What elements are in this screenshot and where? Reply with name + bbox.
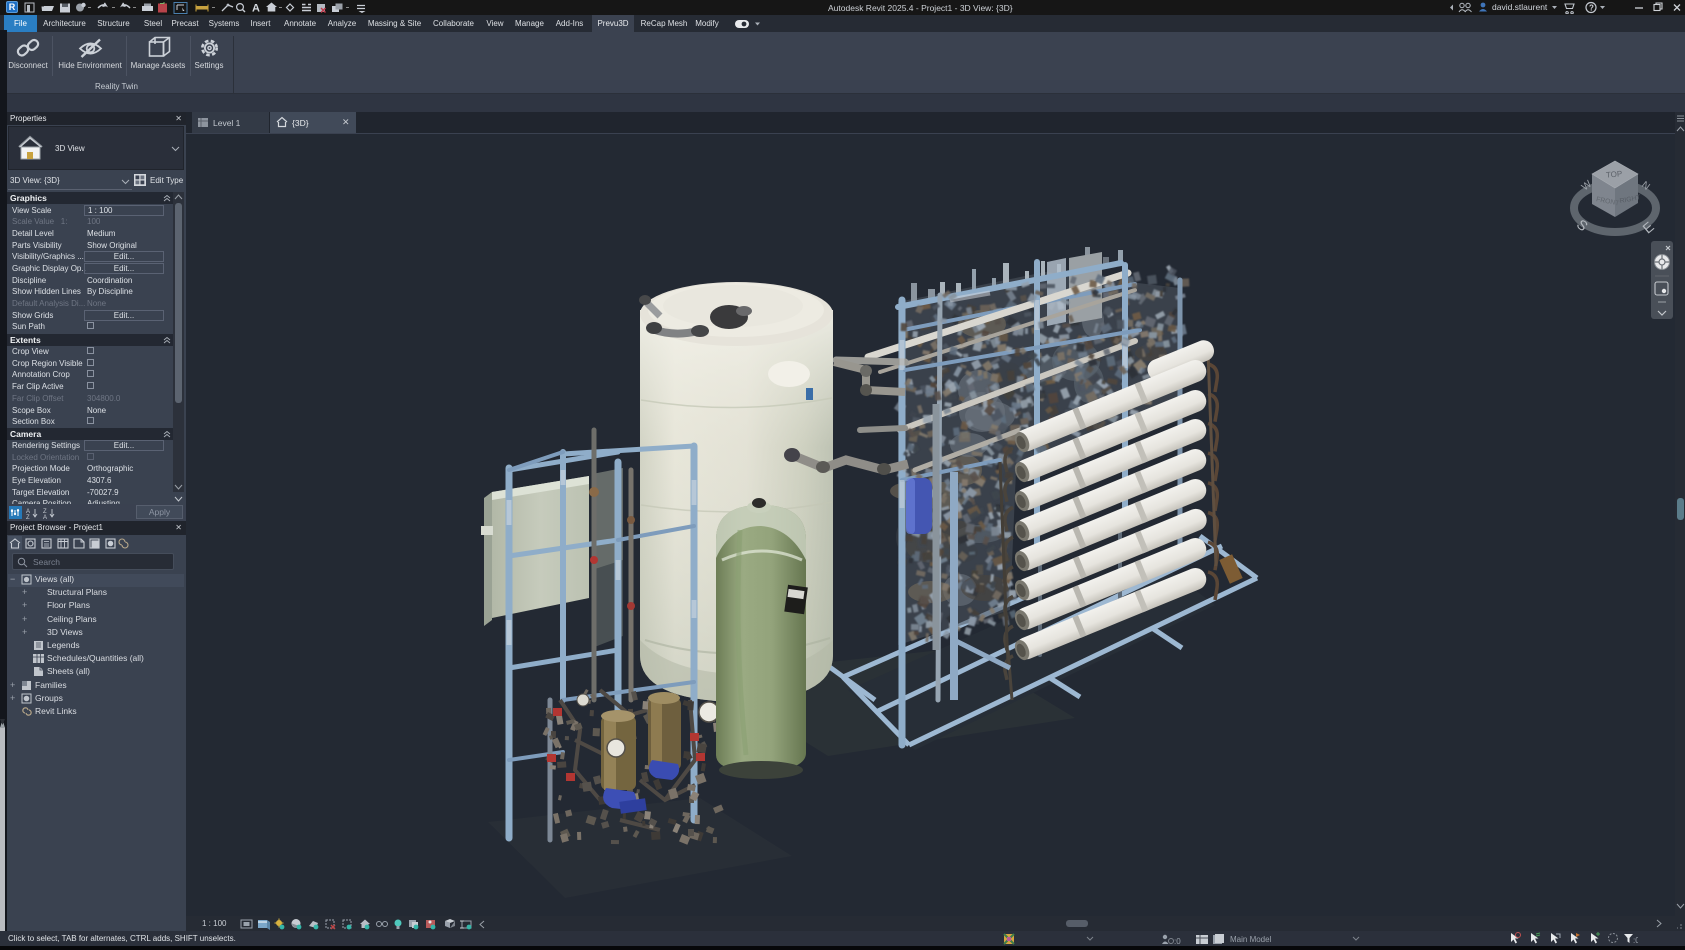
svg-text:A: A: [43, 515, 47, 519]
svg-text:Z: Z: [26, 515, 30, 519]
svg-text:david.stlaurent: david.stlaurent: [1492, 2, 1548, 12]
svg-text::0: :0: [1174, 937, 1181, 945]
svg-text::0: :0: [1633, 936, 1638, 945]
svg-text:?: ?: [1589, 4, 1594, 13]
svg-text:A: A: [252, 3, 260, 15]
svg-text:TOP: TOP: [1606, 169, 1623, 179]
